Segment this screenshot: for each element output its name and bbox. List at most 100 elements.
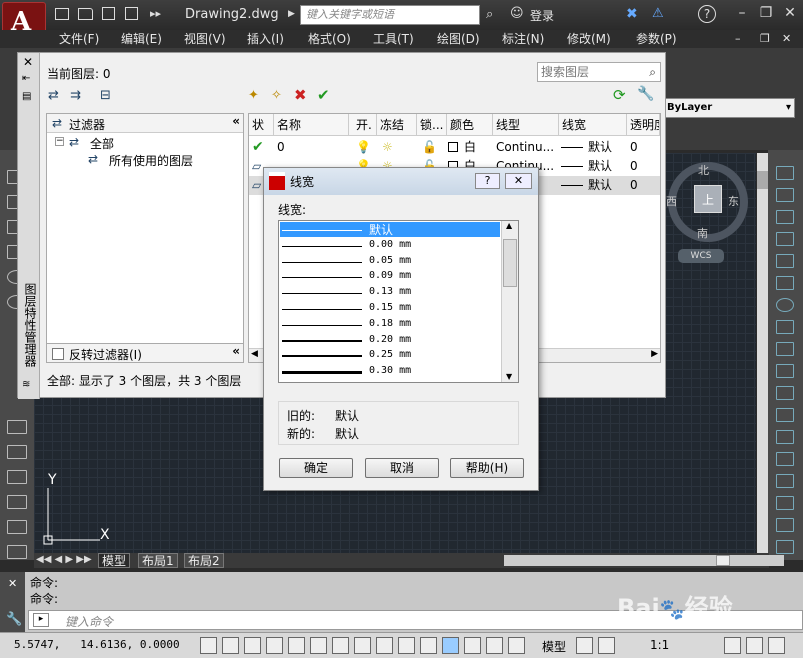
collapse-filter-icon[interactable]: « <box>232 114 240 128</box>
layer-lineweight[interactable]: 默认 <box>588 176 612 195</box>
palette-autohide-icon[interactable]: ⇤ <box>22 73 30 84</box>
color-swatch[interactable] <box>448 142 458 152</box>
horizontal-scrollbar[interactable] <box>504 555 784 566</box>
palette-close-icon[interactable]: ✕ <box>23 55 33 69</box>
vertical-scrollbar[interactable] <box>757 153 768 553</box>
col-name[interactable]: 名称 <box>274 114 349 136</box>
annotation-monitor-icon[interactable] <box>508 637 525 654</box>
lineweight-list[interactable]: 默认 0.00 mm 0.05 mm 0.09 mm 0.13 mm 0.15 mm 0.1… <box>278 220 519 383</box>
copy-tool-icon[interactable] <box>776 188 794 202</box>
lock-icon[interactable] <box>724 637 741 654</box>
object-snap-icon[interactable] <box>310 637 327 654</box>
more-modify-icon[interactable] <box>776 540 794 554</box>
set-current-icon[interactable]: ✔ <box>317 86 330 104</box>
maximize-button[interactable]: ❐ <box>755 4 777 22</box>
layer-linetype[interactable]: Continu... <box>496 138 554 157</box>
point-tool-icon[interactable] <box>7 420 27 434</box>
lineweight-item[interactable]: 0.18 mm <box>280 317 500 332</box>
layer-states-icon[interactable]: ⊟ <box>100 88 111 103</box>
col-lineweight[interactable]: 线宽 <box>559 114 627 136</box>
dynamic-input-icon[interactable] <box>398 637 415 654</box>
dialog-close-button[interactable]: ✕ <box>505 173 532 189</box>
settings-wrench-icon[interactable]: 🔧 <box>637 86 654 102</box>
extend-tool-icon[interactable] <box>776 386 794 400</box>
quick-view-layouts-icon[interactable] <box>576 637 593 654</box>
help-search-input[interactable]: 键入关键字或短语 <box>300 5 480 25</box>
menu-dimension[interactable]: 标注(N) <box>502 30 544 48</box>
mirror-tool-icon[interactable] <box>776 210 794 224</box>
blend-tool-icon[interactable] <box>776 496 794 510</box>
unlock-icon[interactable]: 🔓 <box>422 138 437 157</box>
otrack-icon[interactable] <box>354 637 371 654</box>
command-prompt-icon[interactable]: ▸ <box>33 613 49 627</box>
chamfer-tool-icon[interactable] <box>776 452 794 466</box>
col-on[interactable]: 开. <box>353 114 377 136</box>
text-tool-icon[interactable] <box>7 545 27 559</box>
menu-view[interactable]: 视图(V) <box>184 30 226 48</box>
menu-tools[interactable]: 工具(T) <box>373 30 414 48</box>
viewcube-top[interactable]: 上 <box>694 185 722 213</box>
lineweight-item[interactable]: 0.13 mm <box>280 285 500 300</box>
layer-transparency[interactable]: 0 <box>630 176 638 195</box>
menu-parameters[interactable]: 参数(P) <box>636 30 677 48</box>
scroll-left-icon[interactable]: ◀ <box>251 349 258 359</box>
ok-button[interactable]: 确定 <box>279 458 353 478</box>
wrench-icon[interactable]: 🔧 <box>6 612 22 627</box>
open-file-icon[interactable] <box>78 8 93 20</box>
layer-search-input[interactable]: 搜索图层 ⌕ <box>537 62 661 82</box>
lineweight-item-selected[interactable]: 默认 <box>280 222 500 237</box>
compass-east[interactable]: 东 <box>728 193 739 209</box>
scrollbar-thumb[interactable] <box>757 171 768 189</box>
lineweight-item[interactable]: 0.25 mm <box>280 348 500 363</box>
layer-lineweight[interactable]: 默认 <box>588 157 612 176</box>
list-scrollbar[interactable]: ▲ ▼ <box>501 221 518 382</box>
new-layer-vp-frozen-icon[interactable]: ✧ <box>271 88 282 103</box>
trim-tool-icon[interactable] <box>776 364 794 378</box>
col-status[interactable]: 状 <box>249 114 274 136</box>
isolate-objects-icon[interactable] <box>768 637 785 654</box>
gradient-tool-icon[interactable] <box>7 470 27 484</box>
new-property-filter-icon[interactable]: ⇄ <box>48 88 59 103</box>
tree-node-all[interactable]: 全部 <box>90 135 114 152</box>
login-link[interactable]: 登录 <box>530 7 554 24</box>
more-icon[interactable]: ▸▸ <box>150 7 161 20</box>
model-space-toggle[interactable]: 模型 <box>542 638 566 655</box>
quick-view-drawings-icon[interactable] <box>598 637 615 654</box>
menu-edit[interactable]: 编辑(E) <box>121 30 162 48</box>
save-icon[interactable] <box>102 7 115 20</box>
compass-west[interactable]: 西 <box>666 193 677 209</box>
scroll-right-icon[interactable]: ▶ <box>651 349 658 359</box>
table-row[interactable]: ✔ 0 💡 ☼ 🔓 白 Continu... 默认 0 <box>249 138 660 157</box>
array-tool-icon[interactable] <box>776 254 794 268</box>
lineweight-item[interactable]: 0.00 mm <box>280 238 500 253</box>
binoculars-icon[interactable]: ⌕ <box>486 7 493 22</box>
region-tool-icon[interactable] <box>7 495 27 509</box>
command-close-icon[interactable]: ✕ <box>8 577 17 590</box>
sun-icon[interactable]: ☼ <box>382 138 393 157</box>
bulb-on-icon[interactable]: 💡 <box>356 138 371 157</box>
menu-format[interactable]: 格式(O) <box>308 30 351 48</box>
compass-south[interactable]: 南 <box>697 225 708 241</box>
wcs-menu[interactable]: WCS <box>678 249 724 263</box>
lineweight-item[interactable]: 0.30 mm <box>280 364 500 379</box>
search-arrow-icon[interactable]: ▶ <box>288 9 295 19</box>
list-scroll-thumb[interactable] <box>503 239 517 287</box>
minimize-button[interactable]: – <box>731 4 753 22</box>
col-linetype[interactable]: 线型 <box>493 114 559 136</box>
layer-lineweight[interactable]: 默认 <box>588 138 612 157</box>
menu-draw[interactable]: 绘图(D) <box>437 30 480 48</box>
layer-transparency[interactable]: 0 <box>630 157 638 176</box>
lineweight-item[interactable]: 0.15 mm <box>280 301 500 316</box>
fillet-tool-icon[interactable] <box>776 474 794 488</box>
polar-tracking-icon[interactable] <box>288 637 305 654</box>
new-file-icon[interactable] <box>55 8 69 20</box>
stretch-tool-icon[interactable] <box>776 342 794 356</box>
layer-name[interactable]: 0 <box>277 138 285 157</box>
join-tool-icon[interactable] <box>776 430 794 444</box>
transparency-icon[interactable] <box>442 637 459 654</box>
menu-close[interactable]: ✕ <box>782 30 791 48</box>
tab-model[interactable]: 模型 <box>98 553 131 568</box>
menu-modify[interactable]: 修改(M) <box>567 30 611 48</box>
lineweight-icon[interactable] <box>420 637 437 654</box>
layer-transparency[interactable]: 0 <box>630 138 638 157</box>
